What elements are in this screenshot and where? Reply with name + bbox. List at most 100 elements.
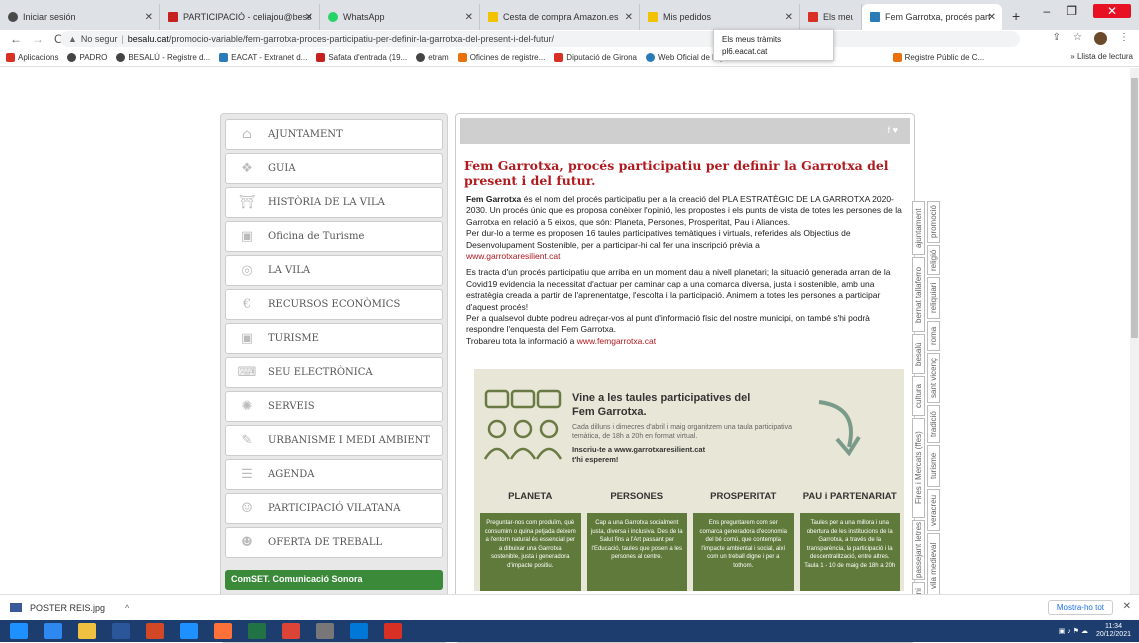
edge-icon[interactable] — [214, 623, 232, 639]
powerpoint-icon[interactable] — [180, 623, 198, 639]
download-item[interactable]: POSTER REIS.jpg — [10, 603, 105, 613]
bookmark-eacat[interactable]: EACAT - Extranet d... — [219, 52, 307, 62]
bookmark-diputacio[interactable]: Diputació de Girona — [554, 52, 637, 62]
bookmark-registre-public[interactable]: Registre Públic de C... — [892, 52, 984, 62]
new-tab-button[interactable]: + — [1012, 8, 1020, 24]
files-icon[interactable] — [112, 623, 130, 639]
article-body: Fem Garrotxa és el nom del procés partic… — [466, 194, 902, 346]
word-icon[interactable] — [146, 623, 164, 639]
bookmark-besalu-registre[interactable]: BESALÚ - Registre d... — [116, 52, 210, 62]
excel-icon[interactable] — [282, 623, 300, 639]
agenda-icon: ☰ — [241, 467, 253, 482]
menu-item-oficina-turisme[interactable]: ▣ Oficina de Turisme — [225, 221, 443, 252]
menu-item-seu-electronica[interactable]: ⌨ SEU ELECTRÒNICA — [225, 357, 443, 388]
back-icon[interactable]: ← — [10, 32, 22, 46]
windows-start-icon[interactable] — [10, 623, 28, 639]
vertical-scrollbar[interactable] — [1130, 68, 1139, 594]
tag-reliquiari[interactable]: reliquiari — [927, 277, 940, 319]
poster-col-prosperitat: PROSPERITAT Ens preguntarem com ser comar… — [693, 491, 794, 591]
clock[interactable]: 11:34 20/12/2021 — [1096, 623, 1131, 639]
scrollbar-thumb[interactable] — [1131, 78, 1138, 338]
tab-iniciar-sesion[interactable]: Iniciar sesión ✕ — [0, 4, 160, 30]
explorer-icon[interactable] — [78, 623, 96, 639]
article-title: Fem Garrotxa, procés participatiu per de… — [464, 158, 889, 188]
close-icon[interactable]: ✕ — [305, 12, 313, 23]
tag-promocio[interactable]: promoció — [927, 201, 940, 243]
bookmark-padro[interactable]: PADRO — [67, 52, 107, 62]
comset-banner[interactable]: ComSET. Comunicació Sonora — [225, 570, 443, 590]
apps-icon — [6, 52, 15, 62]
tag-besalu[interactable]: besalú — [912, 334, 925, 374]
amazon-icon — [648, 12, 658, 22]
browser-tab-bar: Iniciar sesión ✕ PARTICIPACIÓ - celiajou@… — [0, 0, 1139, 30]
menu-item-ajuntament[interactable]: ⌂ AJUNTAMENT — [225, 119, 443, 150]
bookmark-safata[interactable]: Safata d'entrada (19... — [316, 52, 407, 62]
link-femgarrotxa[interactable]: www.femgarrotxa.cat — [577, 336, 656, 346]
tag-tradicio[interactable]: tradició — [927, 405, 940, 443]
forward-icon[interactable]: → — [32, 32, 44, 46]
minimize-icon[interactable]: – — [1044, 4, 1051, 18]
menu-item-recursos[interactable]: € RECURSOS ECONÒMICS — [225, 289, 443, 320]
tab-mis-pedidos[interactable]: Mis pedidos ✕ — [640, 4, 800, 30]
maximize-icon[interactable]: ❐ — [1066, 4, 1077, 18]
chevron-up-icon[interactable]: ^ — [125, 603, 129, 613]
menu-item-turisme[interactable]: ▣ TURISME — [225, 323, 443, 354]
tag-veracreu[interactable]: veracreu — [927, 489, 940, 531]
show-all-button[interactable]: Mostra-ho tot — [1047, 600, 1113, 615]
system-tray: ▣ ♪ ⚑ ☁ 11:34 20/12/2021 — [1059, 623, 1131, 639]
firefox-icon[interactable] — [248, 623, 266, 639]
window-close-icon[interactable]: ✕ — [1093, 4, 1131, 18]
tag-cultura[interactable]: cultura — [912, 376, 925, 416]
tooltip-title: Els meus tràmits — [722, 35, 782, 44]
job-icon: ☻ — [241, 535, 253, 550]
link-garrotxaresilient[interactable]: www.garrotxaresilient.cat — [466, 251, 560, 261]
menu-item-la-vila[interactable]: ◎ LA VILA — [225, 255, 443, 286]
tab-els-meus-tramits[interactable]: Els meus tràmits — [800, 4, 862, 30]
send-icon[interactable] — [350, 623, 368, 639]
tag-sant-vicenc[interactable]: sant vicenç — [927, 353, 940, 403]
tab-participacio[interactable]: PARTICIPACIÓ - celiajou@besalu.c✕ — [160, 4, 320, 30]
bookmark-oficines[interactable]: Oficines de registre... — [457, 52, 545, 62]
close-icon[interactable]: ✕ — [988, 12, 996, 23]
globe-icon — [67, 52, 77, 62]
building-icon: ▣ — [240, 331, 254, 346]
tag-ajuntament[interactable]: ajuntament — [912, 201, 925, 255]
tag-bernat-tallaferro[interactable]: bernat tallaferro — [912, 257, 925, 332]
outlook-icon[interactable] — [384, 623, 402, 639]
menu-item-urbanisme[interactable]: ✎ URBANISME I MEDI AMBIENT — [225, 425, 443, 456]
tab-amazon-cesta[interactable]: Cesta de compra Amazon.es ✕ — [480, 4, 640, 30]
close-icon[interactable]: ✕ — [785, 12, 793, 23]
tab-whatsapp[interactable]: WhatsApp ✕ — [320, 4, 480, 30]
menu-item-participacio[interactable]: ☺ PARTICIPACIÓ VILATANA — [225, 493, 443, 524]
avatar[interactable] — [1094, 32, 1107, 45]
tooltip-url: pl6.eacat.cat — [722, 47, 768, 56]
menu-icon[interactable]: ⋮ — [1119, 32, 1129, 45]
task-view-icon[interactable] — [44, 623, 62, 639]
bookmark-etram[interactable]: etram — [416, 52, 449, 62]
social-icons[interactable]: f ♥ — [888, 125, 898, 135]
tag-vila-medieval[interactable]: vila medieval — [927, 533, 940, 598]
close-icon[interactable]: ✕ — [1123, 601, 1131, 612]
reading-list[interactable]: » Llista de lectura — [1070, 52, 1133, 61]
menu-item-serveis[interactable]: ✺ SERVEIS — [225, 391, 443, 422]
share-icon[interactable]: ⇪ — [1053, 32, 1061, 45]
tag-roma[interactable]: roma — [927, 321, 940, 351]
poster-columns: PLANETA Preguntar-nos com produïm, què co… — [480, 491, 900, 591]
menu-item-historia[interactable]: ⛩ HISTÒRIA DE LA VILA — [225, 187, 443, 218]
bookmark-star-icon[interactable]: ☆ — [1073, 32, 1082, 45]
tag-passejant-letres[interactable]: passejant letres — [912, 520, 925, 580]
close-icon[interactable]: ✕ — [145, 12, 153, 23]
tag-fires-mercats[interactable]: Fires i Mercats (ffes) — [912, 418, 925, 518]
tag-religio[interactable]: religió — [927, 245, 940, 275]
close-icon[interactable]: ✕ — [625, 12, 633, 23]
tab-favicon — [8, 12, 18, 22]
menu-item-guia[interactable]: ❖ GUIA — [225, 153, 443, 184]
tag-turisme[interactable]: turisme — [927, 445, 940, 487]
menu-item-oferta-treball[interactable]: ☻ OFERTA DE TREBALL — [225, 527, 443, 558]
address-bar[interactable]: ▲ No segur | besalu.cat /promocio-variab… — [60, 31, 1020, 47]
close-icon[interactable]: ✕ — [465, 12, 473, 23]
tab-fem-garrotxa[interactable]: Fem Garrotxa, procés participatiu✕ — [862, 4, 1002, 30]
chrome-icon[interactable] — [316, 623, 334, 639]
menu-item-agenda[interactable]: ☰ AGENDA — [225, 459, 443, 490]
bookmark-aplicacions[interactable]: Aplicacions — [6, 52, 58, 62]
